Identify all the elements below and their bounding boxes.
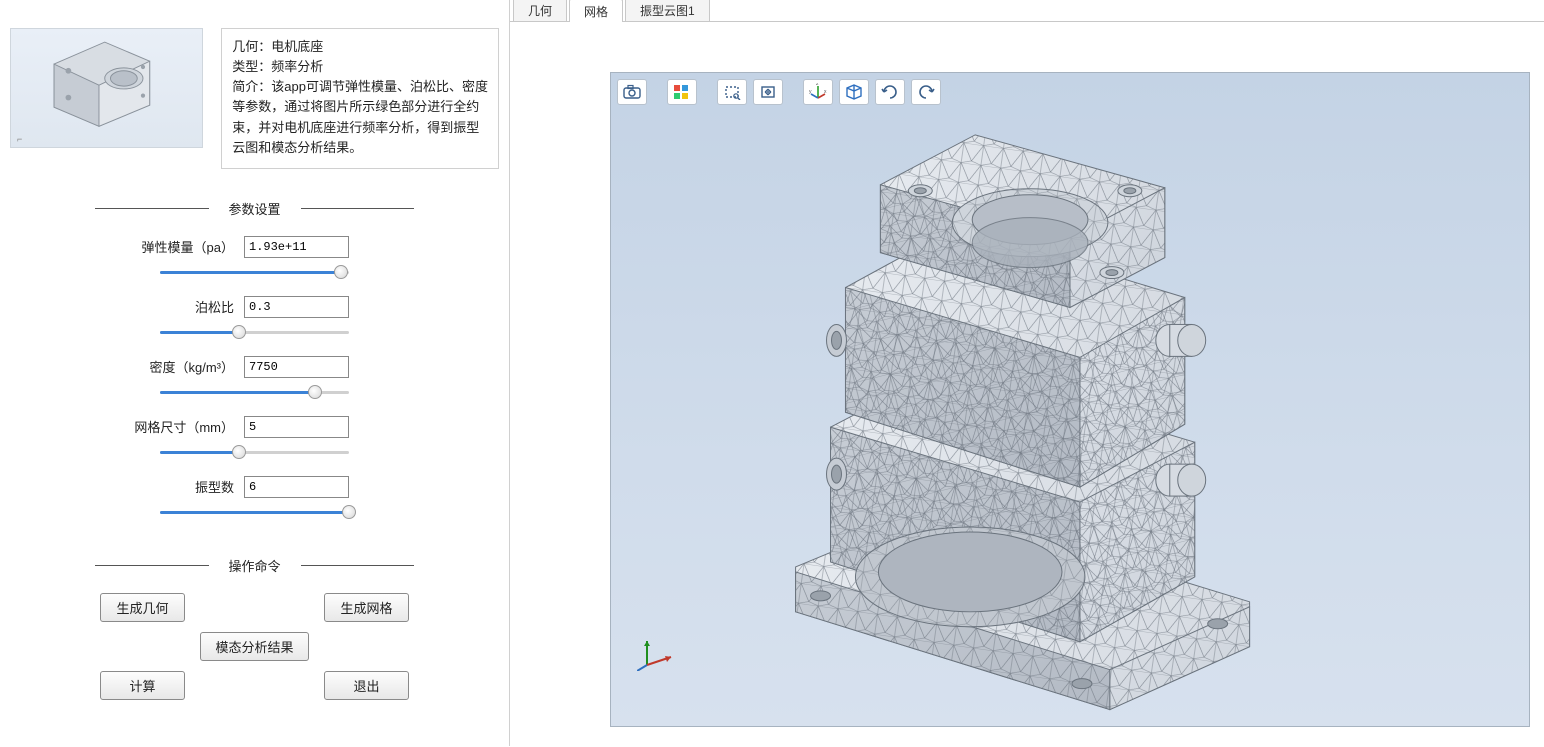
info-desc-value: 该app可调节弹性模量、泊松比、密度等参数，通过将图片所示绿色部分进行全约束，并…	[232, 79, 488, 154]
density-input[interactable]	[244, 356, 349, 378]
info-geom-value: 电机底座	[271, 39, 323, 54]
info-type-value: 频率分析	[271, 59, 323, 74]
tab-mesh[interactable]: 网格	[569, 0, 623, 22]
density-slider[interactable]	[160, 384, 349, 402]
modes-label: 振型数	[195, 477, 234, 496]
poisson-label: 泊松比	[195, 297, 234, 316]
viewport[interactable]: zyx	[610, 72, 1530, 727]
mesh-slider[interactable]	[160, 444, 349, 462]
tab-bar: 几何 网格 振型云图1	[510, 0, 1544, 22]
info-desc-label: 简介：	[232, 79, 271, 94]
poisson-input[interactable]	[244, 296, 349, 318]
tab-geom[interactable]: 几何	[513, 0, 567, 21]
gen-geom-button[interactable]: 生成几何	[100, 593, 185, 622]
elastic-input[interactable]	[244, 236, 349, 258]
compute-button[interactable]: 计算	[100, 671, 185, 700]
gen-mesh-button[interactable]: 生成网格	[324, 593, 409, 622]
geometry-thumbnail: ⌐	[10, 28, 203, 148]
elastic-label: 弹性模量（pa）	[142, 237, 234, 256]
modal-result-button[interactable]: 模态分析结果	[200, 632, 308, 661]
mesh-label: 网格尺寸（mm）	[134, 417, 234, 436]
elastic-slider[interactable]	[160, 264, 349, 282]
info-box: 几何：电机底座 类型：频率分析 简介：该app可调节弹性模量、泊松比、密度等参数…	[221, 28, 499, 169]
exit-button[interactable]: 退出	[324, 671, 409, 700]
ops-title: 操作命令	[95, 556, 414, 575]
info-geom-label: 几何：	[232, 39, 271, 54]
left-panel: ⌐ 几何：电机底座 类型：频率分析 简介：该app可调节弹性模量、泊松比、密度等…	[0, 0, 510, 746]
info-type-label: 类型：	[232, 59, 271, 74]
mesh-input[interactable]	[244, 416, 349, 438]
modes-input[interactable]	[244, 476, 349, 498]
right-panel: 几何 网格 振型云图1	[510, 0, 1544, 746]
axis-triad-icon	[637, 631, 677, 674]
tab-cloud[interactable]: 振型云图1	[625, 0, 710, 21]
density-label: 密度（kg/m³）	[149, 357, 234, 376]
poisson-slider[interactable]	[160, 324, 349, 342]
modes-slider[interactable]	[160, 504, 349, 522]
mesh-model-canvas	[611, 73, 1529, 727]
params-title: 参数设置	[95, 199, 414, 218]
